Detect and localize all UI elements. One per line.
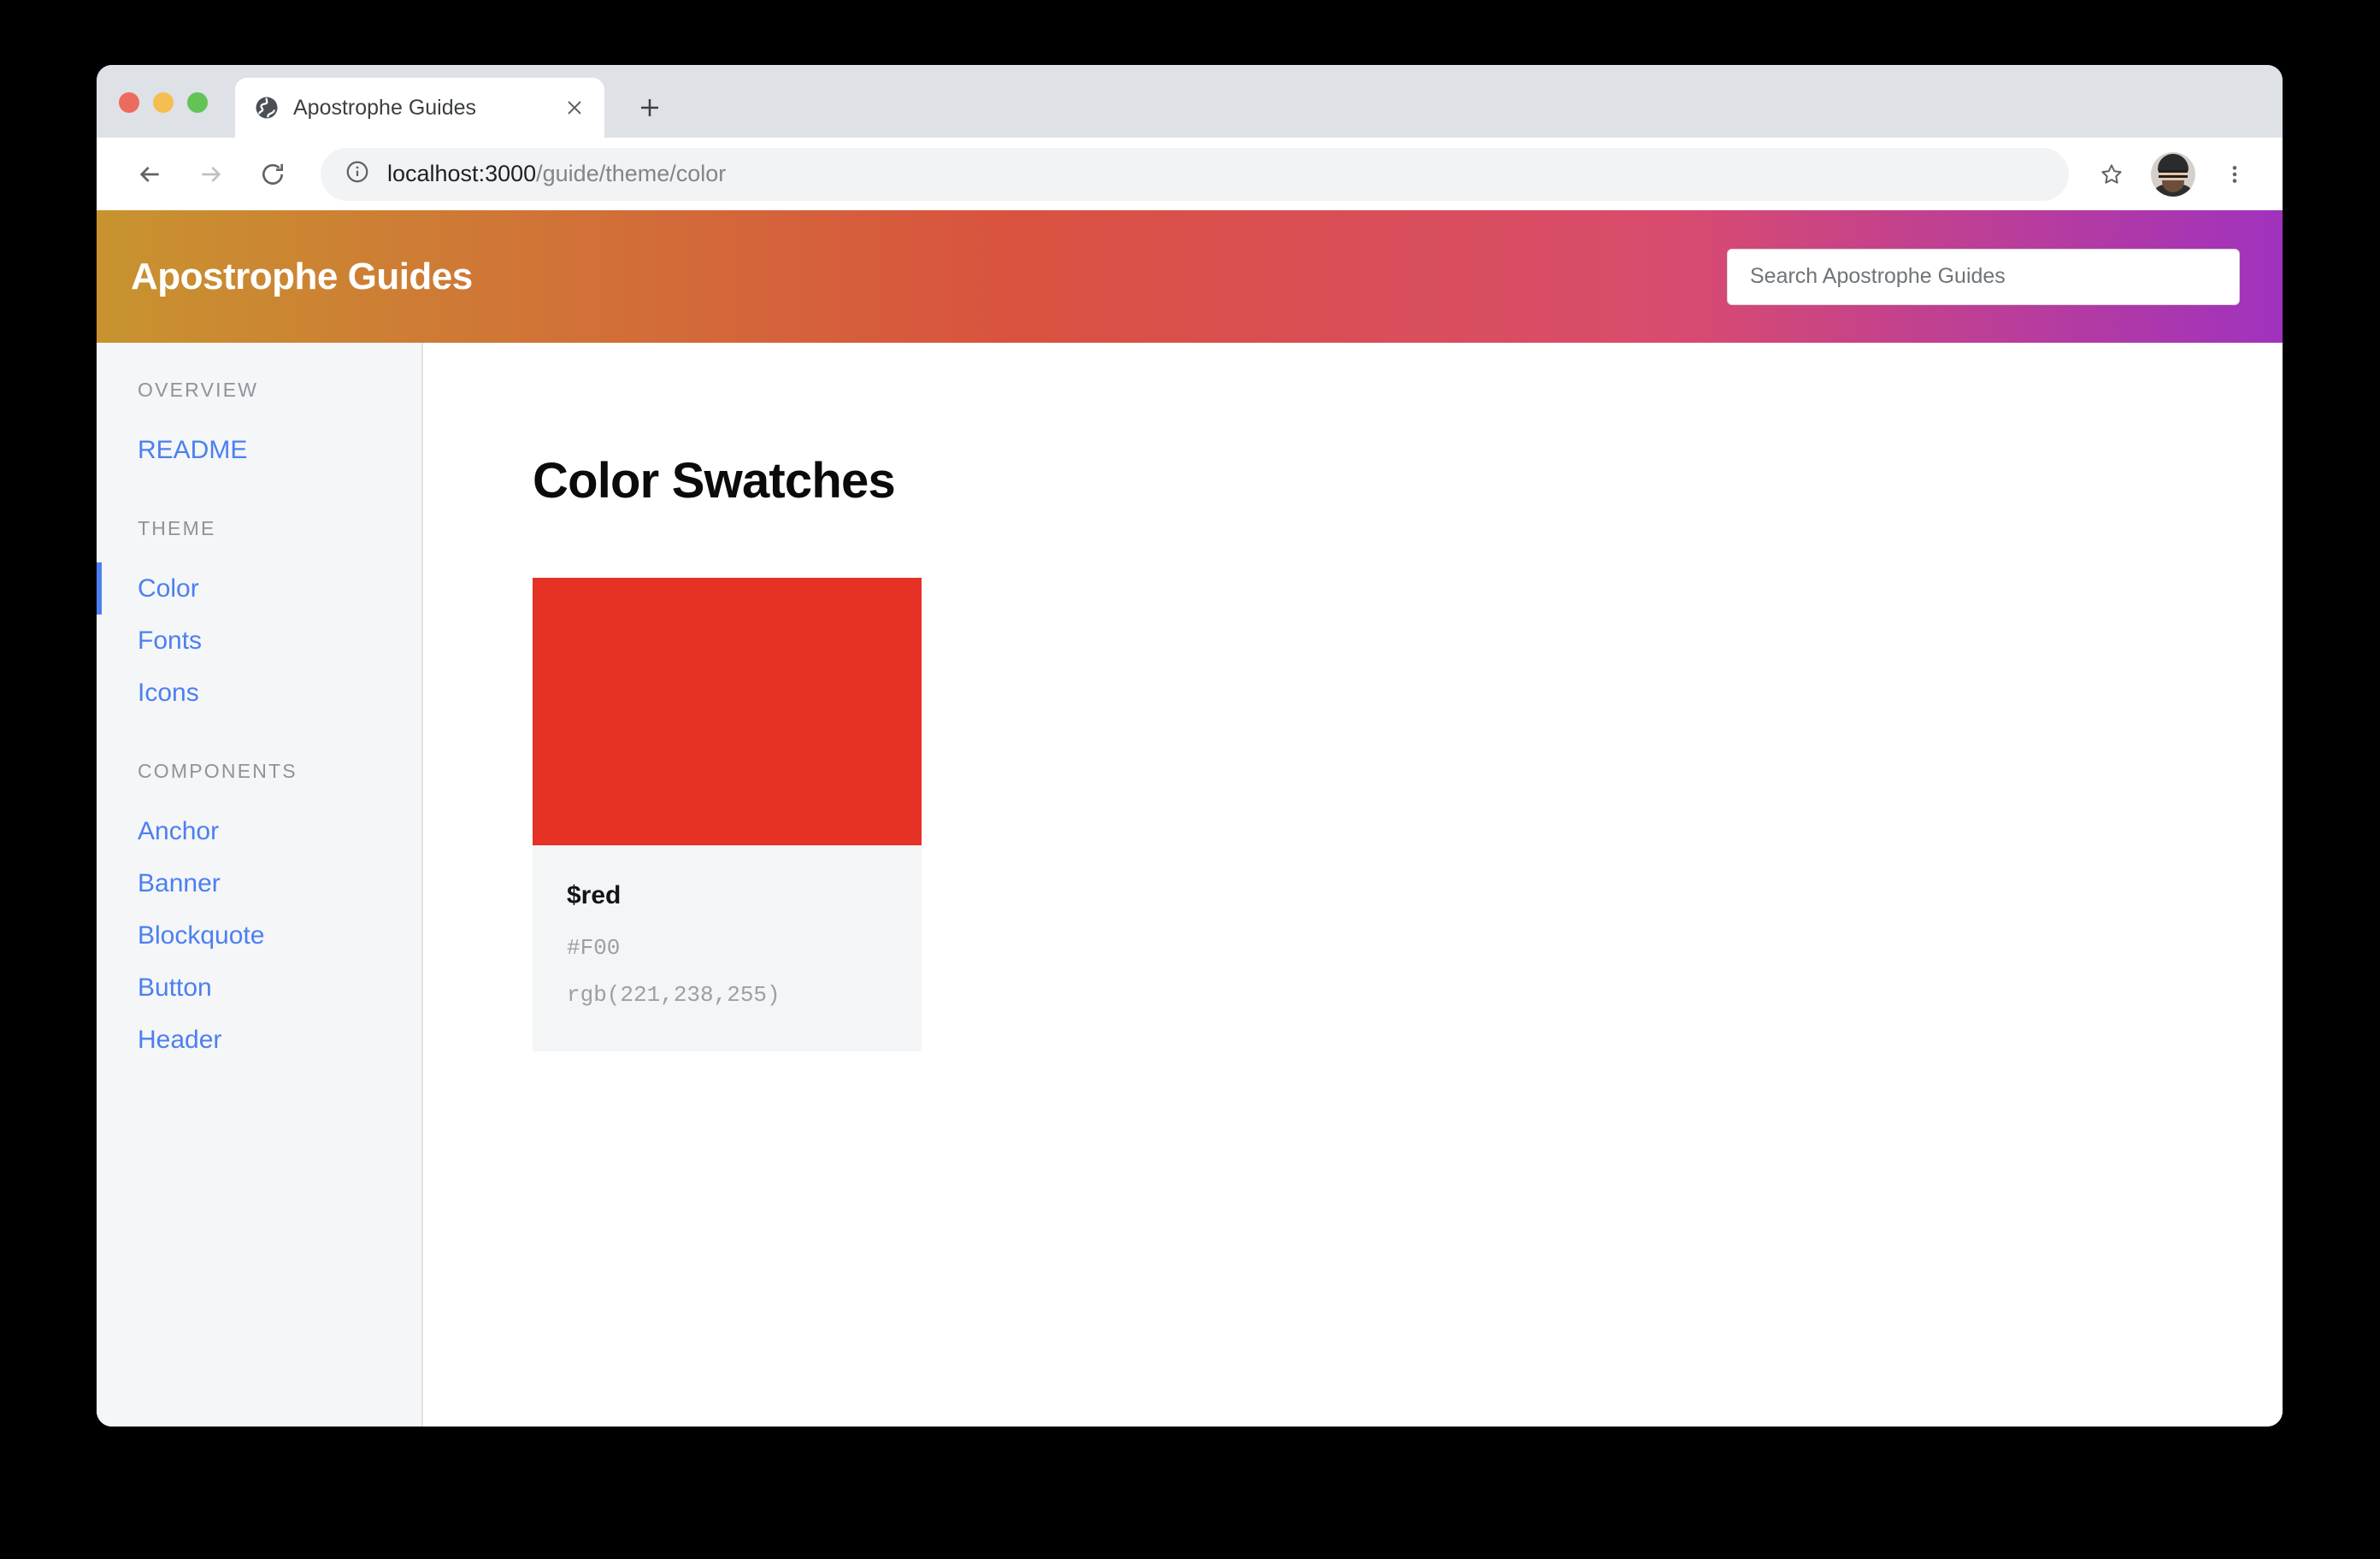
globe-icon (254, 95, 280, 121)
close-window-button[interactable] (119, 92, 139, 113)
sidebar-item-blockquote[interactable]: Blockquote (97, 909, 421, 962)
three-dot-menu-icon[interactable] (2211, 150, 2259, 198)
window-traffic-lights (119, 92, 208, 113)
info-circle-icon[interactable] (345, 159, 370, 189)
sidebar-item-anchor[interactable]: Anchor (97, 805, 421, 857)
swatch-color-block (533, 578, 922, 845)
sidebar-item-color[interactable]: Color (97, 562, 421, 615)
tab-title: Apostrophe Guides (293, 95, 477, 120)
page-viewport: Apostrophe Guides OVERVIEW README THEME … (97, 210, 2283, 1427)
minimize-window-button[interactable] (153, 92, 174, 113)
swatch-info: $red #F00 rgb(221,238,255) (533, 845, 922, 1052)
forward-button[interactable] (184, 147, 239, 202)
nav-section-title: THEME (138, 517, 216, 539)
reload-button[interactable] (245, 147, 300, 202)
nav-section-theme: THEME Color Fonts Icons (97, 517, 421, 719)
url-host: localhost:3000 (387, 161, 537, 186)
browser-toolbar: localhost:3000/guide/theme/color (97, 138, 2283, 210)
body-area: OVERVIEW README THEME Color Fonts Icons … (97, 343, 2283, 1427)
sidebar-item-icons[interactable]: Icons (97, 667, 421, 719)
sidebar-item-header[interactable]: Header (97, 1014, 421, 1066)
swatch-name: $red (567, 881, 622, 909)
site-header: Apostrophe Guides (97, 210, 2283, 343)
main-content: Color Swatches $red #F00 rgb(221,238,255… (423, 343, 2283, 1427)
nav-section-title: OVERVIEW (138, 379, 259, 401)
url-path: /guide/theme/color (536, 161, 727, 186)
nav-section-title: COMPONENTS (138, 760, 298, 782)
swatch-grid: $red #F00 rgb(221,238,255) (533, 578, 2283, 1052)
page-title: Color Swatches (533, 453, 896, 509)
bookmark-star-icon[interactable] (2088, 150, 2136, 198)
address-bar[interactable]: localhost:3000/guide/theme/color (321, 147, 2069, 201)
tab-strip: Apostrophe Guides (97, 65, 2283, 138)
close-tab-icon[interactable] (560, 93, 589, 122)
maximize-window-button[interactable] (187, 92, 208, 113)
sidebar-item-button[interactable]: Button (97, 962, 421, 1014)
sidebar-item-fonts[interactable]: Fonts (97, 615, 421, 667)
nav-section-components: COMPONENTS Anchor Banner Blockquote Butt… (97, 760, 421, 1066)
profile-avatar[interactable] (2151, 151, 2195, 197)
swatch-card[interactable]: $red #F00 rgb(221,238,255) (533, 578, 922, 1052)
url-text: localhost:3000/guide/theme/color (387, 161, 726, 187)
browser-window: Apostrophe Guides localhost:3000/guide/t… (97, 65, 2283, 1427)
back-button[interactable] (122, 147, 177, 202)
swatch-rgb: rgb(221,238,255) (567, 981, 781, 1008)
sidebar: OVERVIEW README THEME Color Fonts Icons … (97, 343, 423, 1427)
nav-section-overview: OVERVIEW README (97, 379, 421, 476)
site-title: Apostrophe Guides (131, 255, 473, 297)
search-input[interactable] (1750, 264, 2217, 289)
browser-tab[interactable]: Apostrophe Guides (235, 78, 604, 138)
sidebar-item-banner[interactable]: Banner (97, 857, 421, 909)
sidebar-item-readme[interactable]: README (97, 424, 421, 476)
search-box[interactable] (1727, 248, 2240, 305)
swatch-hex: #F00 (567, 935, 621, 961)
new-tab-button[interactable] (627, 85, 673, 131)
